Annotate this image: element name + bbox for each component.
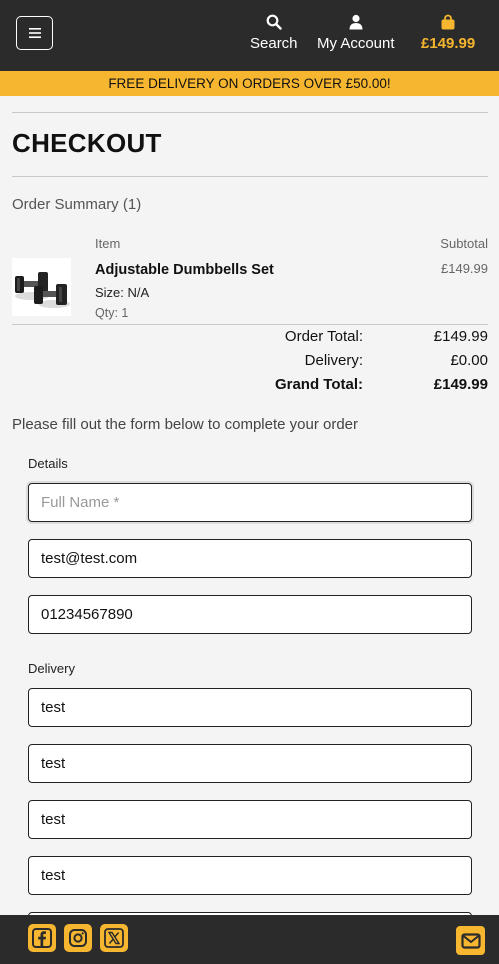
mail-icon — [460, 932, 481, 949]
delivery-legend: Delivery — [28, 661, 75, 676]
nav-shopping-bag[interactable]: £149.99 — [421, 14, 475, 52]
instagram-link[interactable] — [64, 924, 92, 952]
delivery-field-2-input[interactable] — [28, 744, 472, 783]
delivery-field-4-input[interactable] — [28, 856, 472, 895]
facebook-icon — [32, 928, 52, 948]
x-icon — [104, 928, 124, 948]
promo-banner: FREE DELIVERY ON ORDERS OVER £50.00! — [0, 71, 499, 96]
search-icon — [266, 14, 282, 30]
phone-number-input[interactable] — [28, 595, 472, 634]
product-quantity: Qty: 1 — [95, 306, 129, 320]
delivery-cost-label: Delivery: — [304, 352, 363, 369]
column-header-subtotal: Subtotal — [440, 236, 488, 251]
delivery-field-3-input[interactable] — [28, 800, 472, 839]
instagram-icon — [69, 929, 87, 947]
column-header-item: Item — [95, 236, 121, 251]
product-size: Size: N/A — [95, 285, 150, 300]
x-twitter-link[interactable] — [100, 924, 128, 952]
delivery-field-1-input[interactable] — [28, 688, 472, 727]
hamburger-icon — [28, 28, 41, 38]
bag-total: £149.99 — [421, 35, 476, 52]
top-navbar: Search My Account £149.99 — [0, 0, 499, 71]
form-instructions: Please fill out the form below to comple… — [12, 416, 359, 433]
product-thumbnail — [12, 258, 71, 316]
nav-my-account[interactable]: My Account — [317, 14, 395, 52]
order-total-label: Order Total: — [284, 328, 363, 345]
menu-toggle-button[interactable] — [16, 16, 53, 50]
nav-search[interactable]: Search — [250, 14, 298, 52]
contact-email-button[interactable] — [454, 924, 487, 957]
grand-total-value: £149.99 — [433, 376, 488, 393]
shopping-bag-icon — [441, 14, 455, 30]
nav-search-label: Search — [250, 35, 298, 52]
user-icon — [349, 14, 363, 30]
grand-total-label: Grand Total: — [274, 376, 363, 393]
divider — [12, 112, 488, 113]
delivery-cost-value: £0.00 — [450, 352, 488, 369]
email-input[interactable] — [28, 539, 472, 578]
page-title: CHECKOUT — [12, 128, 162, 158]
full-name-input[interactable] — [28, 483, 472, 522]
order-summary-heading: Order Summary (1) — [12, 196, 142, 213]
product-subtotal: £149.99 — [441, 261, 488, 276]
product-name: Adjustable Dumbbells Set — [95, 262, 274, 278]
facebook-link[interactable] — [28, 924, 56, 952]
details-legend: Details — [28, 456, 68, 471]
divider — [12, 324, 488, 325]
order-total-value: £149.99 — [433, 328, 488, 345]
divider — [12, 176, 488, 177]
nav-account-label: My Account — [317, 35, 395, 52]
dumbbell-image — [12, 258, 71, 316]
